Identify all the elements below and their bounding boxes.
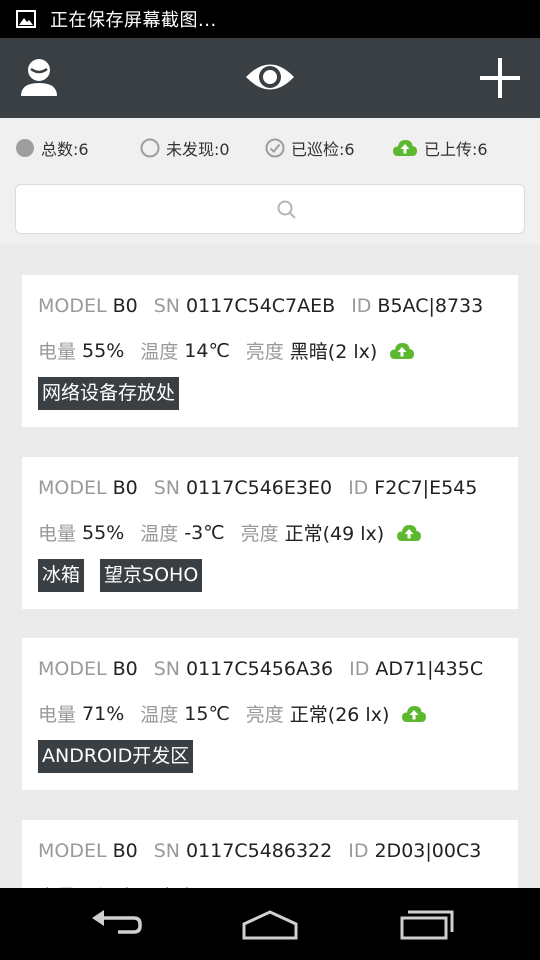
brightness-value: 正常(49 lx)	[284, 523, 385, 545]
model-label: MODEL	[38, 295, 107, 317]
temperature-value: 15℃	[184, 702, 230, 725]
device-card[interactable]: MODEL B0 SN 0117C546E3E0 ID F2C7|E545 电量…	[22, 457, 518, 609]
image-icon	[16, 10, 36, 28]
temperature-value: 14℃	[184, 339, 230, 362]
battery-label: 电量	[38, 523, 77, 545]
device-info-row: MODEL B0 SN 0117C546E3E0 ID F2C7|E545	[38, 477, 493, 499]
back-icon[interactable]	[88, 906, 144, 942]
tag-list: ANDROID开发区	[38, 740, 209, 773]
sn-label: SN	[153, 295, 180, 317]
device-card[interactable]: MODEL B0 SN 0117C5456A36 ID AD71|435C 电量…	[22, 638, 518, 790]
id-label: ID	[348, 840, 369, 862]
id-value: F2C7|E545	[374, 477, 478, 499]
check-circle-icon	[265, 138, 285, 158]
brightness-value: 正常(26 lx)	[289, 704, 390, 726]
sn-value: 0117C5456A36	[185, 658, 334, 680]
battery-label: 电量	[38, 341, 77, 363]
cloud-upload-icon	[402, 705, 427, 722]
sn-value: 0117C5486322	[185, 840, 333, 862]
sn-value: 0117C54C7AEB	[185, 295, 336, 317]
device-info-row: MODEL B0 SN 0117C5486322 ID 2D03|00C3	[38, 840, 497, 862]
device-sensor-row: 电量 55% 温度 -3℃ 亮度 正常(49 lx)	[38, 519, 422, 546]
plus-icon[interactable]	[478, 56, 522, 100]
sn-label: SN	[153, 658, 180, 680]
device-info-row: MODEL B0 SN 0117C54C7AEB ID B5AC|8733	[38, 295, 499, 317]
location-tag: 网络设备存放处	[38, 377, 180, 410]
sn-label: SN	[153, 477, 180, 499]
temperature-label: 温度	[140, 704, 179, 726]
location-tag: ANDROID开发区	[38, 740, 194, 773]
sn-value: 0117C546E3E0	[185, 477, 333, 499]
stat-total-label: 总数:6	[41, 140, 89, 159]
id-label: ID	[351, 295, 372, 317]
device-card[interactable]: MODEL B0 SN 0117C5486322 ID 2D03|00C3 电量…	[22, 820, 518, 888]
model-value: B0	[112, 295, 138, 317]
model-value: B0	[112, 840, 138, 862]
stat-uploaded[interactable]: 已上传:6	[392, 136, 488, 160]
cloud-upload-icon	[390, 342, 415, 359]
temperature-label: 温度	[140, 341, 179, 363]
temperature-label: 温度	[140, 523, 179, 545]
status-notification-text: 正在保存屏幕截图...	[50, 10, 217, 31]
device-list: MODEL B0 SN 0117C54C7AEB ID B5AC|8733 电量…	[0, 244, 540, 888]
screen: 正在保存屏幕截图... 总数:6 未发现:0 已巡检:6 已上传:6 MODEL…	[0, 0, 540, 960]
device-sensor-row: 电量 55% 温度 14℃ 亮度 黑暗(2 lx)	[38, 337, 415, 364]
search-input[interactable]	[16, 185, 524, 233]
battery-value: 55%	[82, 521, 125, 544]
cloud-upload-icon	[397, 524, 422, 541]
device-card[interactable]: MODEL B0 SN 0117C54C7AEB ID B5AC|8733 电量…	[22, 275, 518, 427]
device-info-row: MODEL B0 SN 0117C5456A36 ID AD71|435C	[38, 658, 499, 680]
model-value: B0	[112, 658, 138, 680]
id-label: ID	[348, 477, 369, 499]
id-value: 2D03|00C3	[374, 840, 482, 862]
recent-apps-icon[interactable]	[398, 906, 454, 942]
location-tag: 冰箱	[38, 559, 85, 592]
id-label: ID	[349, 658, 370, 680]
navigation-bar	[0, 888, 540, 960]
filled-circle-icon	[16, 139, 34, 157]
temperature-value: -3℃	[184, 521, 225, 544]
stat-total[interactable]: 总数:6	[15, 136, 89, 160]
brightness-label: 亮度	[240, 523, 279, 545]
stat-inspected-label: 已巡检:6	[291, 140, 355, 159]
battery-label: 电量	[38, 704, 77, 726]
cloud-upload-icon	[393, 140, 417, 156]
location-tag: 望京SOHO	[100, 559, 203, 592]
stat-uploaded-label: 已上传:6	[424, 140, 488, 159]
battery-value: 71%	[82, 702, 125, 725]
model-value: B0	[112, 477, 138, 499]
brightness-label: 亮度	[245, 341, 284, 363]
home-icon[interactable]	[240, 906, 300, 942]
app-bar	[0, 38, 540, 118]
model-label: MODEL	[38, 658, 107, 680]
stat-undiscovered[interactable]: 未发现:0	[140, 136, 230, 160]
model-label: MODEL	[38, 840, 107, 862]
brightness-label: 亮度	[245, 704, 284, 726]
user-icon[interactable]	[18, 56, 60, 98]
battery-value: 55%	[82, 339, 125, 362]
device-sensor-row: 电量 71% 温度 15℃ 亮度 正常(26 lx)	[38, 700, 427, 727]
sn-label: SN	[153, 840, 180, 862]
stat-inspected[interactable]: 已巡检:6	[265, 136, 355, 160]
id-value: B5AC|8733	[377, 295, 484, 317]
eye-icon[interactable]	[244, 56, 296, 98]
id-value: AD71|435C	[375, 658, 484, 680]
stat-undiscovered-label: 未发现:0	[166, 140, 230, 159]
search-area	[0, 174, 540, 244]
tag-list: 网络设备存放处	[38, 377, 195, 410]
empty-circle-icon	[140, 138, 160, 158]
brightness-value: 黑暗(2 lx)	[289, 341, 378, 363]
stats-bar: 总数:6 未发现:0 已巡检:6 已上传:6	[0, 118, 540, 174]
search-box	[15, 184, 525, 234]
model-label: MODEL	[38, 477, 107, 499]
status-bar: 正在保存屏幕截图...	[0, 0, 540, 38]
tag-list: 冰箱 望京SOHO	[38, 559, 218, 592]
